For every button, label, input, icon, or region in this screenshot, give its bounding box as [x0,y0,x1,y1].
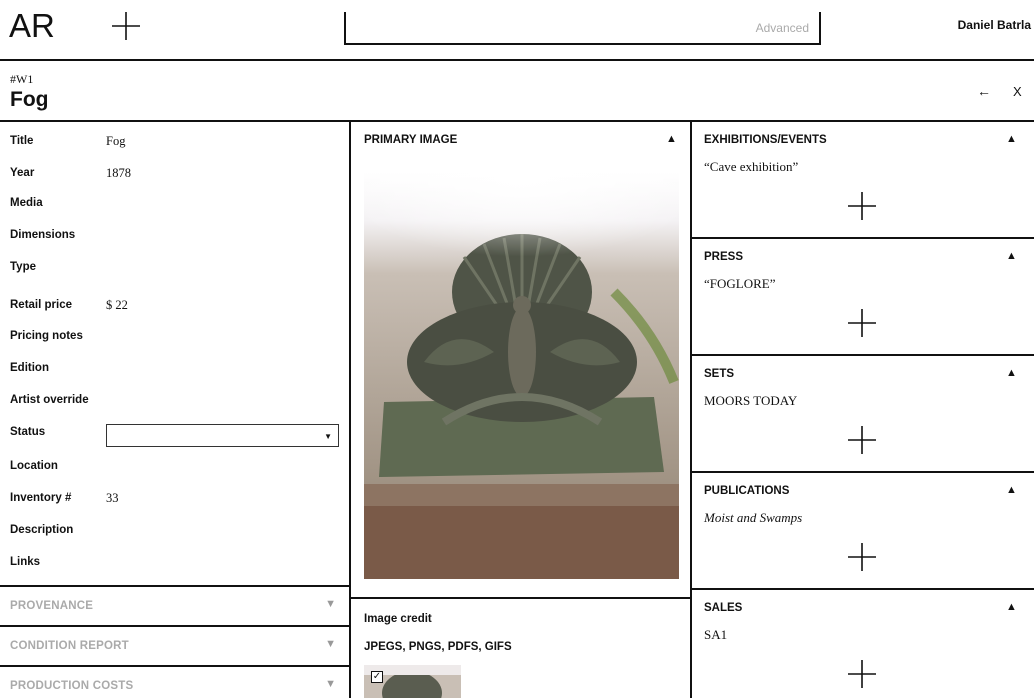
section-divider [692,588,1034,590]
filetypes-label: JPEGS, PNGS, PDFS, GIFS [364,641,512,653]
section-divider [692,237,1034,239]
section-sets: SETS ▲ MOORS TODAY [692,356,1034,473]
section-item-link[interactable]: “FOGLORE” [704,276,776,292]
header-divider [0,59,1034,61]
primary-image-title: PRIMARY IMAGE [364,134,458,146]
add-item-icon[interactable] [848,192,876,220]
collapse-triangle-icon[interactable]: ▲ [1006,601,1017,613]
field-value[interactable]: 1878 [106,166,131,181]
add-item-icon[interactable] [848,660,876,688]
field-label: Artist override [10,394,89,406]
section-title: SALES [704,602,743,614]
field-label: Links [10,556,41,568]
field-label: Edition [10,362,49,374]
collapse-triangle-icon[interactable]: ▲ [666,133,677,145]
field-row-inventory: Inventory # 33 [10,488,345,508]
relief-photo-graphic [364,172,679,579]
field-label: Status [10,426,46,438]
field-row-edition: Edition [10,358,345,378]
field-row-title: Title Fog [10,131,345,151]
condition-report-label: CONDITION REPORT [10,640,129,652]
image-thumbnail[interactable]: ✓ [364,665,461,698]
image-credit-label[interactable]: Image credit [364,613,432,625]
record-title: Fog [10,88,49,111]
field-row-type: Type [10,257,345,277]
section-item-link[interactable]: “Cave exhibition” [704,159,798,175]
field-row-media: Media [10,193,345,213]
field-label: Location [10,460,58,472]
chevron-down-icon: ▼ [324,432,332,441]
add-record-icon[interactable] [112,12,140,40]
advanced-search-link[interactable]: Advanced [756,21,809,35]
back-arrow-icon[interactable]: ← [977,83,991,99]
section-divider [692,354,1034,356]
section-publications: PUBLICATIONS ▲ Moist and Swamps [692,473,1034,590]
field-label: Description [10,524,74,536]
section-item-link[interactable]: SA1 [704,627,727,643]
section-title: EXHIBITIONS/EVENTS [704,134,827,146]
section-title: PRESS [704,251,743,263]
expand-triangle-icon[interactable]: ▼ [325,678,336,690]
search-bar: Advanced [344,12,821,45]
section-sales: SALES ▲ SA1 [692,590,1034,698]
field-row-location: Location [10,456,345,476]
field-label: Media [10,197,43,209]
field-label: Year [10,167,35,179]
field-row-pricing-notes: Pricing notes [10,326,345,346]
add-item-icon[interactable] [848,309,876,337]
collapse-triangle-icon[interactable]: ▲ [1006,250,1017,262]
record-id: #W1 [10,72,34,86]
section-divider [692,471,1034,473]
field-label: Inventory # [10,492,72,504]
field-row-artist-override: Artist override [10,390,345,410]
field-value[interactable]: $ 22 [106,298,128,313]
field-row-year: Year 1878 [10,163,345,183]
field-row-dimensions: Dimensions [10,225,345,245]
field-row-links: Links [10,552,345,572]
field-row-retail-price: Retail price $ 22 [10,295,345,315]
section-press: PRESS ▲ “FOGLORE” [692,239,1034,356]
collapse-triangle-icon[interactable]: ▲ [1006,367,1017,379]
provenance-section[interactable]: PROVENANCE ▼ [0,585,350,625]
section-item-link[interactable]: MOORS TODAY [704,393,797,409]
add-item-icon[interactable] [848,426,876,454]
production-costs-section[interactable]: PRODUCTION COSTS ▼ [0,665,350,698]
collapse-triangle-icon[interactable]: ▲ [1006,484,1017,496]
close-button[interactable]: X [1013,84,1022,99]
section-title: PUBLICATIONS [704,485,790,497]
app-logo[interactable]: AR [9,6,55,46]
search-input[interactable] [354,14,734,42]
add-item-icon[interactable] [848,543,876,571]
primary-image[interactable] [364,172,679,579]
section-item-link[interactable]: Moist and Swamps [704,510,802,526]
field-row-description: Description [10,520,345,540]
media-divider [350,597,692,599]
section-exhibitions-events: EXHIBITIONS/EVENTS ▲ “Cave exhibition” [692,122,1034,239]
field-value[interactable]: 33 [106,491,119,506]
field-label: Retail price [10,299,72,311]
production-costs-label: PRODUCTION COSTS [10,680,134,692]
provenance-label: PROVENANCE [10,600,94,612]
section-title: SETS [704,368,735,380]
field-label: Dimensions [10,229,76,241]
field-value[interactable]: Fog [106,134,125,149]
expand-triangle-icon[interactable]: ▼ [325,598,336,610]
condition-report-section[interactable]: CONDITION REPORT ▼ [0,625,350,665]
field-label: Title [10,135,34,147]
field-label: Type [10,261,36,273]
thumbnail-checkbox[interactable]: ✓ [371,671,383,683]
field-label: Pricing notes [10,330,83,342]
user-name[interactable]: Daniel Batrla [958,18,1031,32]
expand-triangle-icon[interactable]: ▼ [325,638,336,650]
collapse-triangle-icon[interactable]: ▲ [1006,133,1017,145]
status-select[interactable]: ▼ [106,424,339,447]
